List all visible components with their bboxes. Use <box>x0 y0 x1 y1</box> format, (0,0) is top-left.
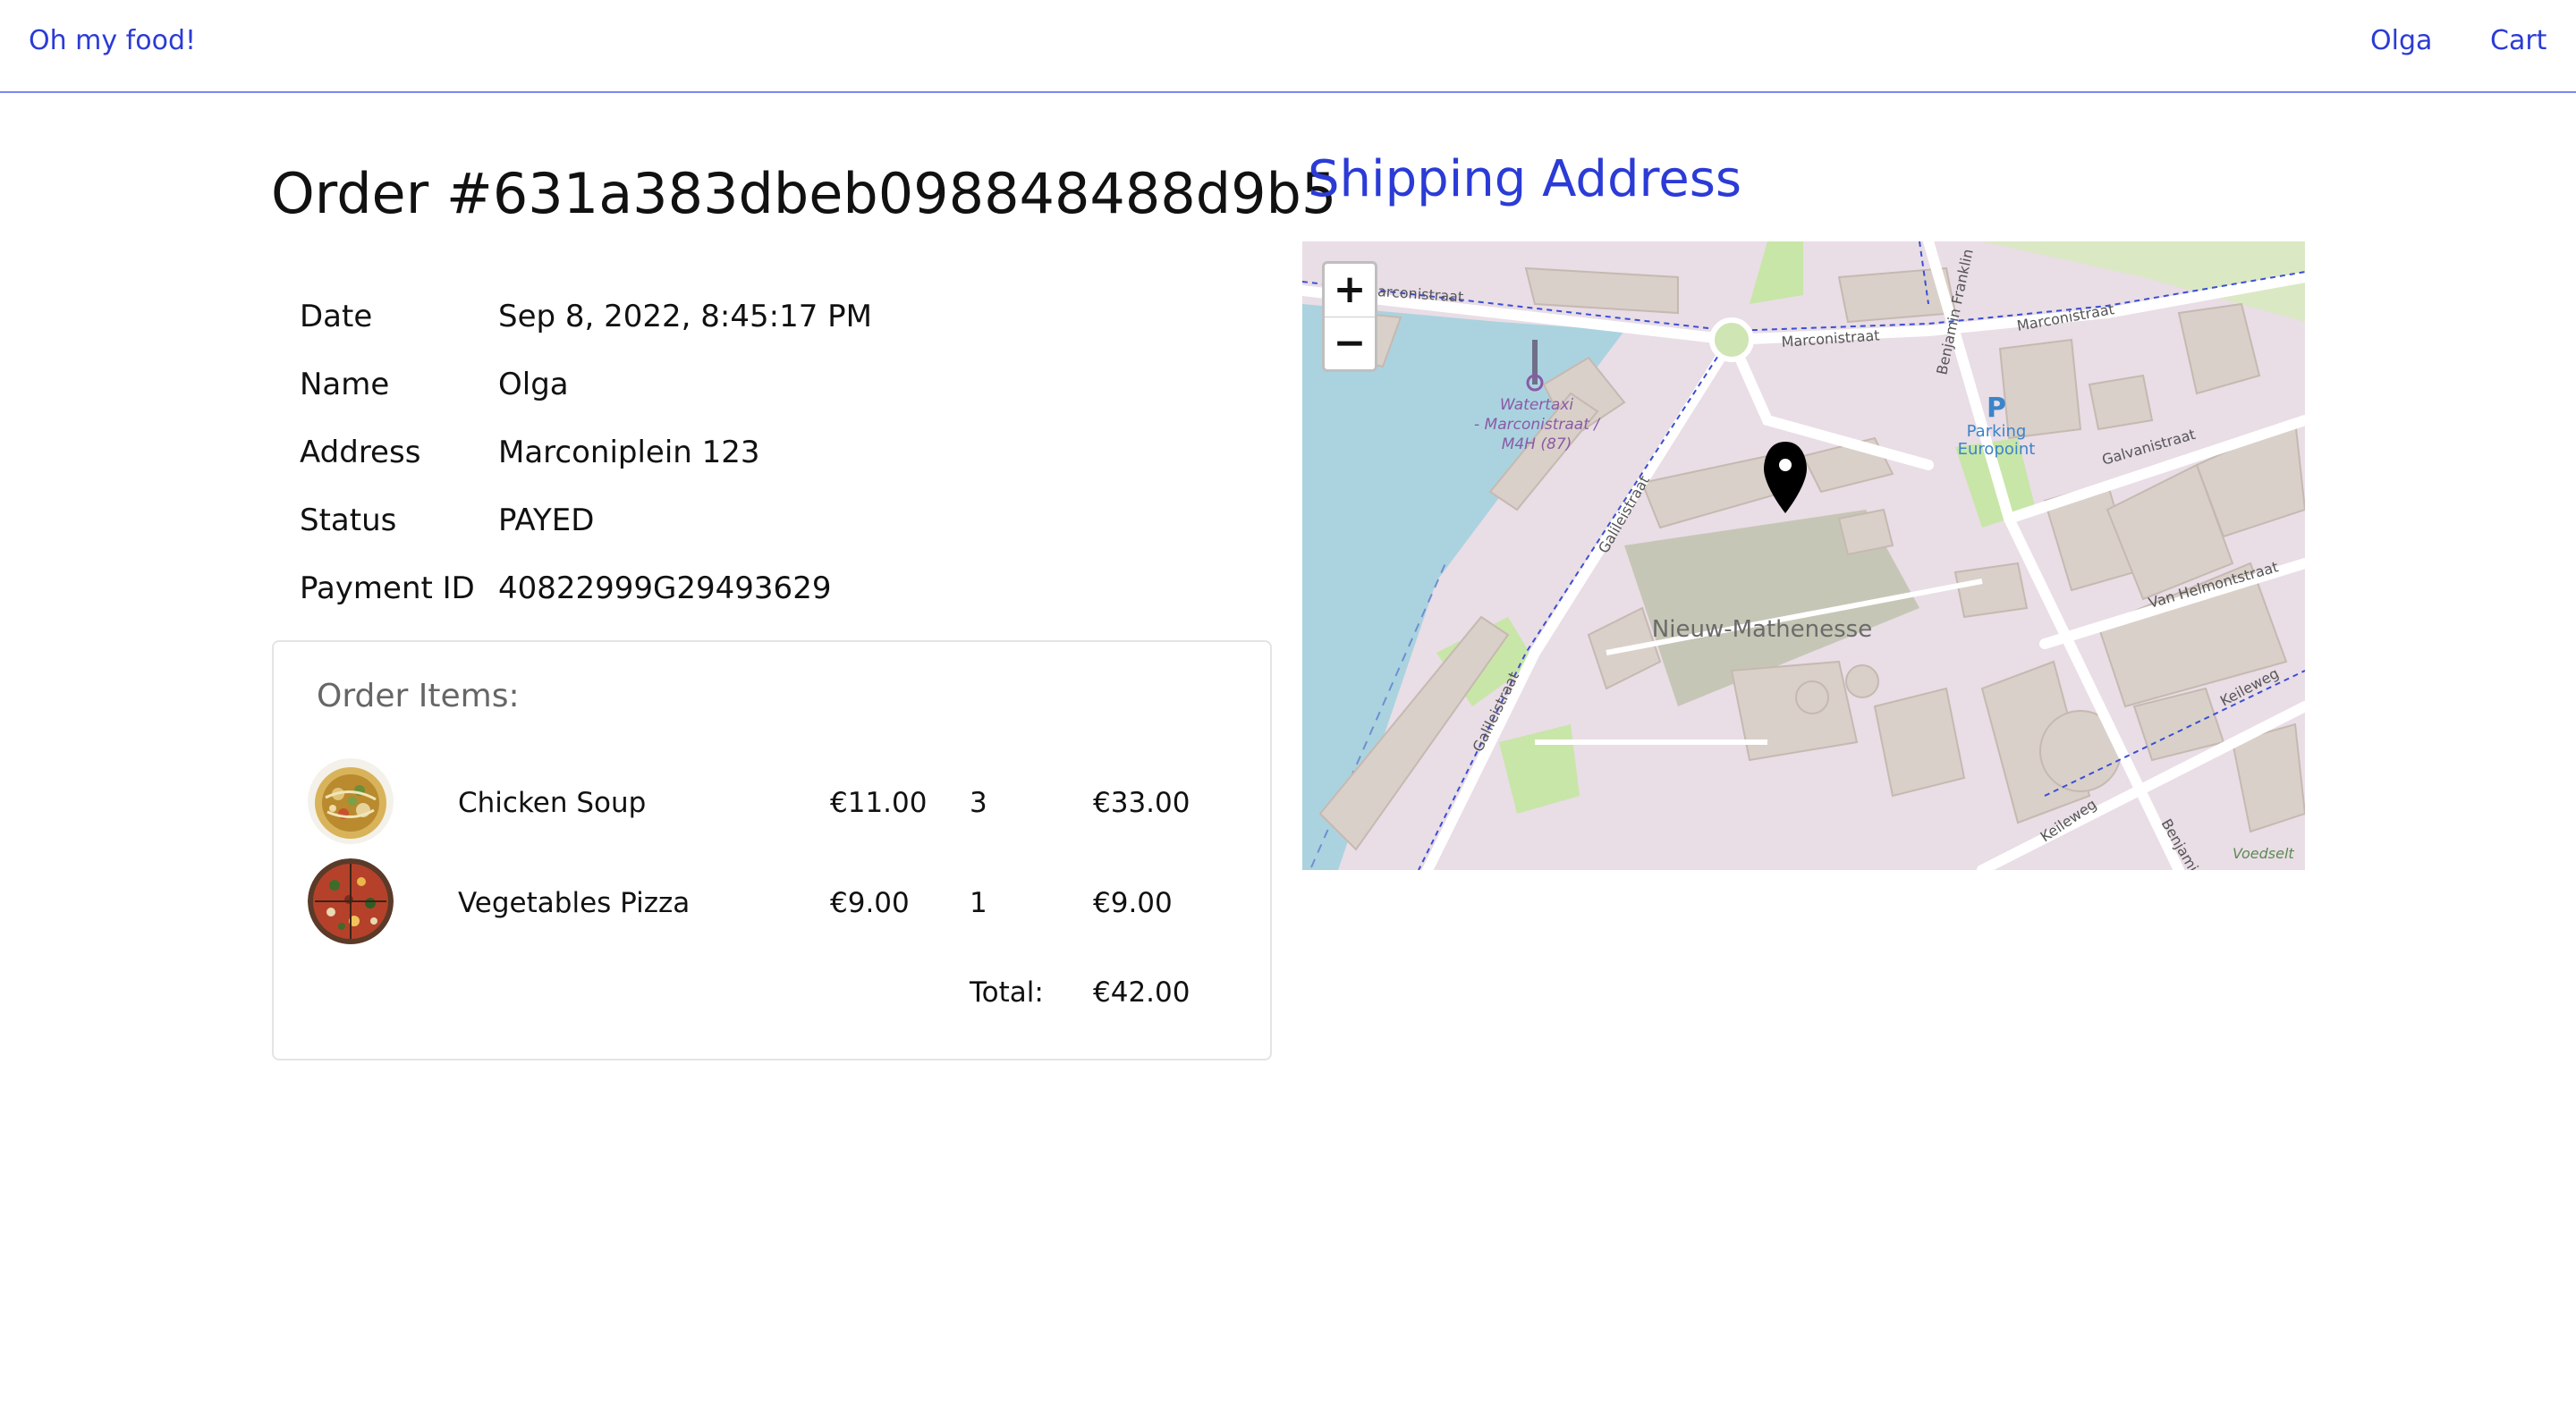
detail-value: Olga <box>498 367 569 402</box>
map-poi-label: M4H (87) <box>1502 435 1572 453</box>
item-price: €9.00 <box>830 887 910 919</box>
item-quantity: 1 <box>970 887 987 919</box>
detail-value: 40822999G29493629 <box>498 570 832 606</box>
total-label: Total: <box>970 976 1044 1009</box>
detail-value: PAYED <box>498 503 595 538</box>
map-poi-label: Watertaxi <box>1500 396 1574 414</box>
detail-label: Address <box>300 435 421 470</box>
item-price: €11.00 <box>830 787 928 819</box>
detail-label: Name <box>300 367 390 402</box>
detail-label: Status <box>300 503 397 538</box>
map-parking-label: Parking <box>1967 422 2027 441</box>
vegetables-pizza-image <box>308 858 394 944</box>
item-name: Vegetables Pizza <box>458 887 691 919</box>
order-title: Order #631a383dbeb098848488d9b5 <box>271 161 1337 226</box>
order-item-row: Chicken Soup €11.00 3 €33.00 <box>274 758 1270 848</box>
zoom-in-button[interactable]: + <box>1325 264 1375 317</box>
detail-row-payment-id: Payment ID 40822999G29493629 <box>300 569 1194 608</box>
item-quantity: 3 <box>970 787 987 819</box>
order-total-row: Total: €42.00 <box>274 976 1270 1016</box>
shipping-address-title: Shipping Address <box>1308 150 1742 208</box>
detail-value: Sep 8, 2022, 8:45:17 PM <box>498 299 872 334</box>
chicken-soup-image <box>308 758 394 844</box>
order-items-card: Order Items: Chicken Soup €11.00 3 €33.0… <box>272 640 1272 1060</box>
detail-label: Date <box>300 299 373 334</box>
detail-row-date: Date Sep 8, 2022, 8:45:17 PM <box>300 297 1194 336</box>
item-name: Chicken Soup <box>458 787 647 819</box>
order-items-heading: Order Items: <box>317 678 520 714</box>
total-value: €42.00 <box>1093 976 1191 1009</box>
item-subtotal: €9.00 <box>1093 887 1173 919</box>
cart-link[interactable]: Cart <box>2490 25 2546 56</box>
top-navbar: Oh my food! Olga Cart <box>0 0 2576 93</box>
zoom-out-button[interactable]: − <box>1325 317 1375 369</box>
map-parking-label: P <box>1987 393 2006 424</box>
detail-row-name: Name Olga <box>300 365 1194 404</box>
detail-value: Marconiplein 123 <box>498 435 760 470</box>
brand-link[interactable]: Oh my food! <box>29 25 196 56</box>
item-subtotal: €33.00 <box>1093 787 1191 819</box>
detail-label: Payment ID <box>300 570 475 606</box>
map-district-label: Nieuw-Mathenesse <box>1652 616 1872 643</box>
order-item-row: Vegetables Pizza €9.00 1 €9.00 <box>274 858 1270 948</box>
map-tiles[interactable]: Marconistraat Marconistraat Marconistraa… <box>1302 241 2305 870</box>
user-link[interactable]: Olga <box>2370 25 2432 56</box>
detail-row-address: Address Marconiplein 123 <box>300 433 1194 472</box>
shipping-map[interactable]: Marconistraat Marconistraat Marconistraa… <box>1302 241 2305 870</box>
map-zoom-control: + − <box>1322 261 1377 372</box>
map-poi-label: - Marconistraat / <box>1474 416 1601 434</box>
map-place-label: Voedselt <box>2233 845 2294 862</box>
detail-row-status: Status PAYED <box>300 501 1194 540</box>
map-parking-label: Europoint <box>1958 440 2036 459</box>
